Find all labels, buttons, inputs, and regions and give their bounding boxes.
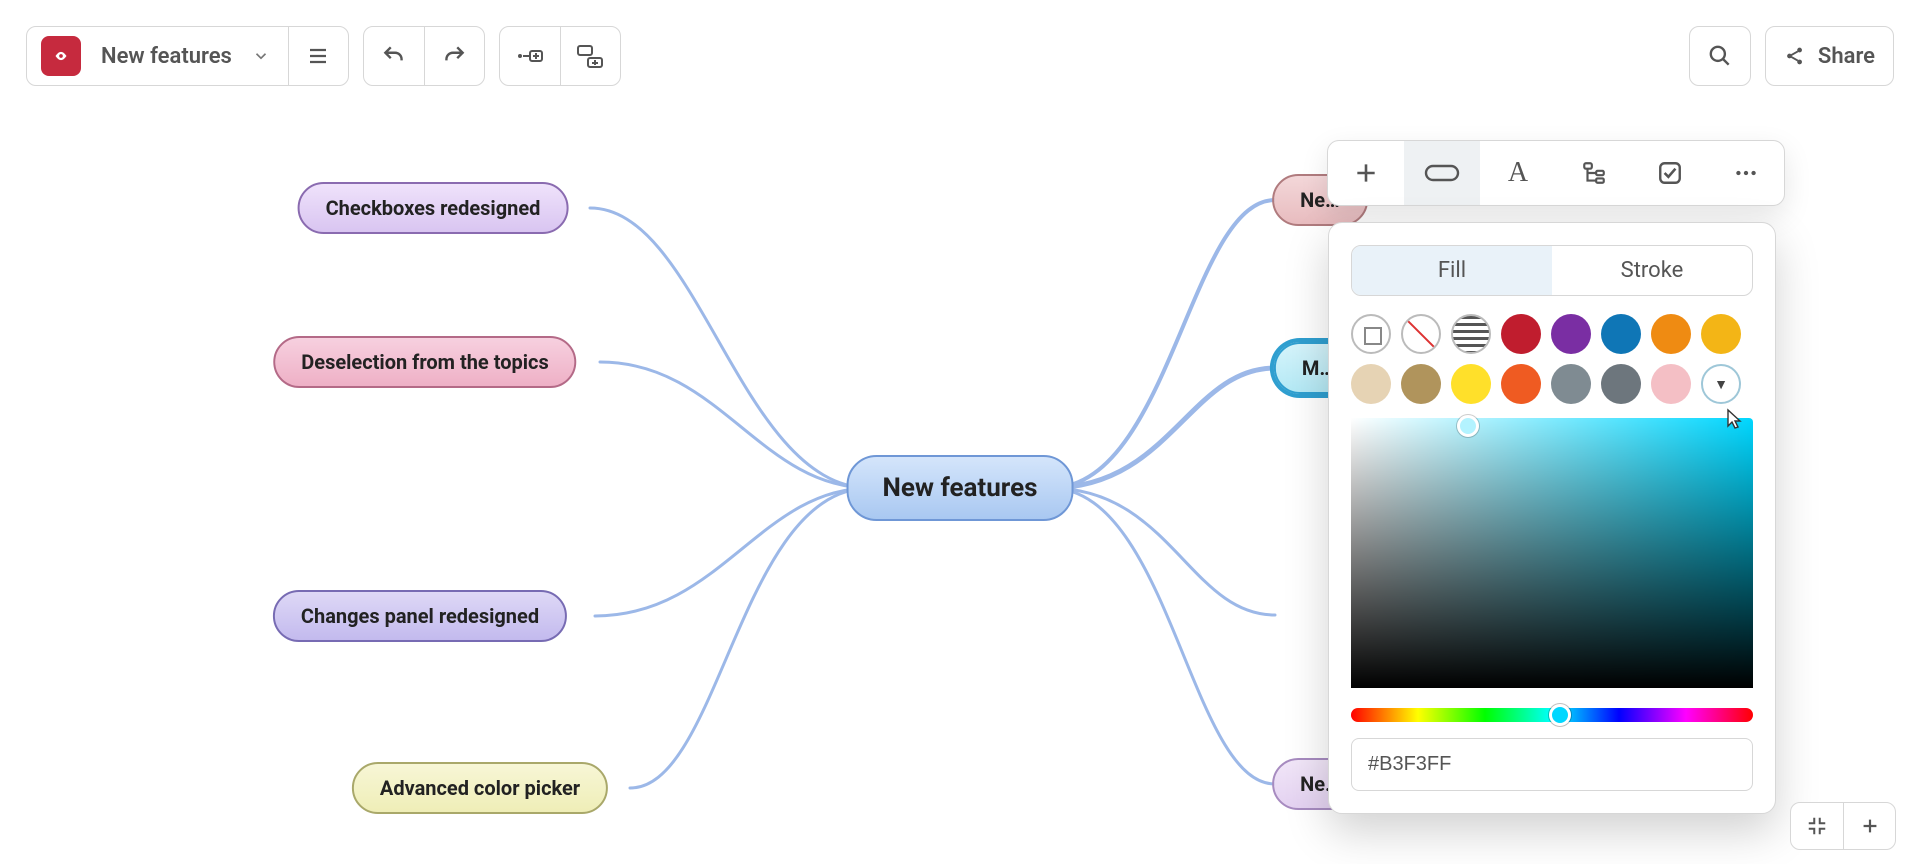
mindmap-node[interactable]: New features [847, 455, 1074, 521]
fit-to-screen-button[interactable] [1791, 803, 1843, 849]
hue-slider[interactable] [1351, 708, 1753, 722]
mindmap-node[interactable]: Checkboxes redesigned [298, 182, 569, 234]
doc-menu[interactable]: New features [26, 26, 349, 86]
search-icon [1707, 43, 1733, 69]
mindmap-node[interactable]: Deselection from the topics [273, 336, 576, 388]
swatch-pattern[interactable] [1451, 314, 1491, 354]
node-context-toolbar: A [1327, 140, 1785, 206]
swatch-color[interactable] [1651, 364, 1691, 404]
swatch-color[interactable] [1701, 314, 1741, 354]
ctx-text-button[interactable]: A [1480, 141, 1556, 205]
search-button[interactable] [1690, 27, 1750, 85]
tab-stroke[interactable]: Stroke [1552, 246, 1752, 295]
checkbox-icon [1657, 160, 1683, 186]
app-logo [41, 36, 81, 76]
add-child-button[interactable] [560, 27, 620, 85]
ctx-structure-button[interactable] [1556, 141, 1632, 205]
ctx-check-button[interactable] [1632, 141, 1708, 205]
chevron-down-icon [252, 47, 270, 65]
swatch-color[interactable] [1401, 364, 1441, 404]
text-icon: A [1508, 157, 1528, 189]
swatch-color[interactable] [1451, 364, 1491, 404]
swatch-color[interactable] [1501, 314, 1541, 354]
undo-button[interactable] [364, 27, 424, 85]
more-icon [1733, 160, 1759, 186]
mindmap-node[interactable]: Changes panel redesigned [273, 590, 567, 642]
doc-title: New features [101, 44, 232, 69]
swatch-more[interactable] [1701, 364, 1741, 404]
swatch-color[interactable] [1601, 364, 1641, 404]
saturation-value-picker[interactable] [1351, 418, 1753, 688]
share-label: Share [1818, 44, 1875, 69]
swatch-color[interactable] [1551, 314, 1591, 354]
ctx-add-button[interactable] [1328, 141, 1404, 205]
structure-icon [1581, 160, 1607, 186]
swatch-color[interactable] [1351, 364, 1391, 404]
redo-button[interactable] [424, 27, 484, 85]
swatch-color[interactable] [1551, 364, 1591, 404]
swatch-none[interactable] [1401, 314, 1441, 354]
share-icon [1784, 45, 1806, 67]
swatch-color[interactable] [1601, 314, 1641, 354]
top-toolbar: New features [26, 26, 621, 86]
view-controls [1790, 802, 1896, 850]
add-sibling-button[interactable] [500, 27, 560, 85]
share-button[interactable]: Share [1766, 27, 1893, 85]
plus-icon [1353, 160, 1379, 186]
shape-icon [1423, 161, 1461, 185]
hex-input[interactable] [1351, 738, 1753, 791]
hamburger-button[interactable] [288, 27, 348, 85]
zoom-in-button[interactable] [1843, 803, 1895, 849]
swatch-grid [1351, 314, 1753, 404]
color-popover: Fill Stroke [1328, 222, 1776, 814]
tab-fill[interactable]: Fill [1352, 246, 1552, 295]
fill-stroke-toggle: Fill Stroke [1351, 245, 1753, 296]
mindmap-node[interactable]: Advanced color picker [352, 762, 608, 814]
ctx-shape-button[interactable] [1404, 141, 1480, 205]
swatch-transparent[interactable] [1351, 314, 1391, 354]
ctx-more-button[interactable] [1708, 141, 1784, 205]
swatch-color[interactable] [1501, 364, 1541, 404]
swatch-color[interactable] [1651, 314, 1691, 354]
compress-icon [1806, 815, 1828, 837]
plus-icon [1859, 815, 1881, 837]
top-toolbar-right: Share [1689, 26, 1894, 86]
